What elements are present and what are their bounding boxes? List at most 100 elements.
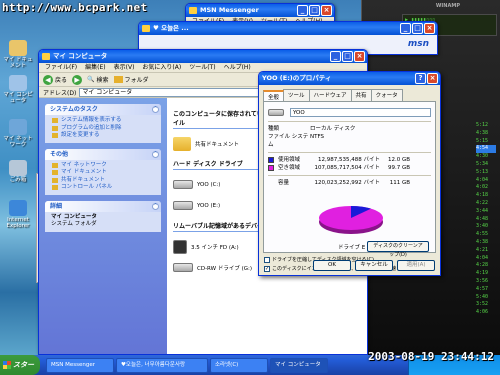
playlist-item[interactable]: 4:22 (476, 200, 496, 208)
desktop-icon[interactable]: マイ コンピュータ (1, 75, 35, 104)
minimize-icon[interactable]: _ (297, 5, 308, 16)
help-icon[interactable]: ? (415, 73, 426, 84)
forward-button[interactable]: ▶ (72, 74, 83, 85)
free-bytes: 107,085,717,504 バイト (314, 165, 381, 171)
playlist-item[interactable]: 4:30 (476, 153, 496, 161)
playlist-item[interactable]: 4:06 (476, 309, 496, 317)
task-link[interactable]: コントロール パネル (45, 184, 161, 192)
cancel-button[interactable]: キャンセル (355, 260, 393, 271)
menu-item[interactable]: 表示(V) (114, 63, 135, 72)
task-link[interactable]: プログラムの追加と削除 (45, 125, 161, 133)
properties-dialog[interactable]: YOO (E:)のプロパティ ? × 全般 ツール ハードウェア 共有 クォータ YOO … (258, 71, 441, 276)
playlist-item[interactable]: 5:13 (476, 169, 496, 177)
other-places-header[interactable]: その他 ⌃ (45, 148, 161, 160)
playlist-item[interactable]: 4:55 (476, 231, 496, 239)
task-link[interactable]: 共有ドキュメント (45, 177, 161, 185)
task-icon (52, 162, 58, 168)
msn-logo: msn (407, 39, 429, 49)
folders-button[interactable]: フォルダ (113, 75, 149, 84)
task-link[interactable]: システム情報を表示する (45, 117, 161, 125)
back-button[interactable]: ◀ 戻る (43, 74, 67, 85)
drive-label: ドライブ E (338, 245, 366, 251)
folder-icon (113, 76, 123, 83)
playlist-item[interactable]: 4:38 (476, 239, 496, 247)
collapse-chevron-icon[interactable]: ⌃ (152, 202, 159, 210)
msn-titlebar[interactable]: MSN Messenger _ □ × (186, 4, 334, 17)
maximize-icon[interactable]: □ (412, 23, 423, 34)
menu-item[interactable]: ヘルプ(H) (224, 63, 251, 72)
playlist-item[interactable]: 4:04 (476, 255, 496, 263)
playlist-item[interactable]: 4:02 (476, 184, 496, 192)
desktop-icon[interactable]: マイ ネットワーク (1, 119, 35, 148)
task-link-label: マイ ネットワーク (61, 161, 107, 168)
playlist-item[interactable]: 3:52 (476, 301, 496, 309)
fs-label: ファイル システム (268, 134, 309, 148)
start-button[interactable]: スタート (0, 355, 40, 375)
desktop-icon[interactable]: Internet Explorer (1, 200, 35, 229)
tab-2[interactable]: ハードウェア (308, 89, 352, 101)
desktop-icon[interactable]: マイ ドキュメント (1, 40, 35, 69)
tab-1[interactable]: ツール (283, 89, 310, 101)
playlist-item[interactable]: 4:48 (476, 216, 496, 224)
type-label: 種類 (268, 126, 280, 132)
desktop-icon[interactable]: ごみ箱 (1, 160, 35, 183)
details-title: 詳細 (50, 202, 63, 210)
explorer-title: マイ コンピュータ (53, 52, 108, 60)
maximize-icon[interactable]: □ (309, 5, 320, 16)
removable-label: 3.5 インチ FD (A:) (191, 244, 239, 251)
ok-button[interactable]: OK (313, 260, 351, 271)
playlist-item[interactable]: 4:21 (476, 247, 496, 255)
playlist[interactable]: 5:12 4:38 5:15 4:54 4:30 5:34 5:13 4:04 4:02 4:18… (476, 122, 496, 317)
chat-titlebar[interactable]: ♥ 오늘은 ... _ □ × (139, 22, 437, 35)
close-icon[interactable]: × (354, 51, 365, 62)
minimize-icon[interactable]: _ (330, 51, 341, 62)
apply-button[interactable]: 適用(A) (397, 260, 435, 271)
close-icon[interactable]: × (321, 5, 332, 16)
dialog-tabs: 全般 ツール ハードウェア 共有 クォータ (263, 89, 436, 102)
taskbar-button[interactable]: ♥오늘은, 너무아름다운사랑 (116, 357, 208, 373)
drive-name-input[interactable]: YOO (290, 107, 431, 117)
playlist-item[interactable]: 3:40 (476, 223, 496, 231)
tab-3[interactable]: 共有 (350, 89, 372, 101)
maximize-icon[interactable]: □ (342, 51, 353, 62)
playlist-item[interactable]: 4:38 (476, 130, 496, 138)
checkbox-checked[interactable]: ✓ (264, 266, 270, 272)
playlist-item[interactable]: 4:19 (476, 270, 496, 278)
menu-item[interactable]: ファイル(F) (45, 63, 77, 72)
playlist-item[interactable]: 3:44 (476, 208, 496, 216)
checkbox-box[interactable] (264, 257, 270, 263)
close-icon[interactable]: × (424, 23, 435, 34)
menu-item[interactable]: ツール(T) (189, 63, 215, 72)
playlist-item[interactable]: 4:18 (476, 192, 496, 200)
menu-item[interactable]: お気に入り(A) (142, 63, 181, 72)
playlist-item[interactable]: 5:15 (476, 138, 496, 146)
details-header[interactable]: 詳細 ⌃ (45, 200, 161, 212)
dialog-titlebar[interactable]: YOO (E:)のプロパティ ? × (259, 72, 440, 85)
minimize-icon[interactable]: _ (400, 23, 411, 34)
playlist-item[interactable]: 5:12 (476, 122, 496, 130)
task-link[interactable]: マイ ネットワーク (45, 162, 161, 170)
taskbar-button[interactable]: 소라넷(C) (210, 357, 268, 373)
playlist-item[interactable]: 5:34 (476, 161, 496, 169)
disk-usage-pie (319, 206, 383, 234)
close-icon[interactable]: × (427, 73, 438, 84)
explorer-titlebar[interactable]: マイ コンピュータ _ □ × (39, 50, 367, 63)
playlist-item[interactable]: 4:54 (476, 145, 496, 154)
search-button[interactable]: 🔍 検索 (87, 75, 109, 84)
collapse-chevron-icon[interactable]: ⌃ (152, 150, 159, 158)
disk-cleanup-button[interactable]: ディスクのクリーンアップ(D) (367, 241, 429, 258)
playlist-item[interactable]: 4:57 (476, 286, 496, 294)
collapse-chevron-icon[interactable]: ⌃ (152, 106, 159, 113)
menu-item[interactable]: 編集(E) (85, 63, 105, 72)
playlist-item[interactable]: 5:40 (476, 294, 496, 302)
tab-4[interactable]: クォータ (370, 89, 403, 101)
taskbar-button[interactable]: MSN Messenger (46, 357, 114, 373)
playlist-item[interactable]: 4:28 (476, 262, 496, 270)
taskbar-button[interactable]: マイ コンピュータ (270, 357, 328, 373)
task-link[interactable]: 設定を変更する (45, 132, 161, 140)
capacity-label: 容量 (278, 180, 290, 186)
task-link[interactable]: マイ ドキュメント (45, 169, 161, 177)
playlist-item[interactable]: 4:04 (476, 177, 496, 185)
playlist-item[interactable]: 3:56 (476, 278, 496, 286)
system-tasks-header[interactable]: システムのタスク ⌃ (45, 104, 161, 115)
